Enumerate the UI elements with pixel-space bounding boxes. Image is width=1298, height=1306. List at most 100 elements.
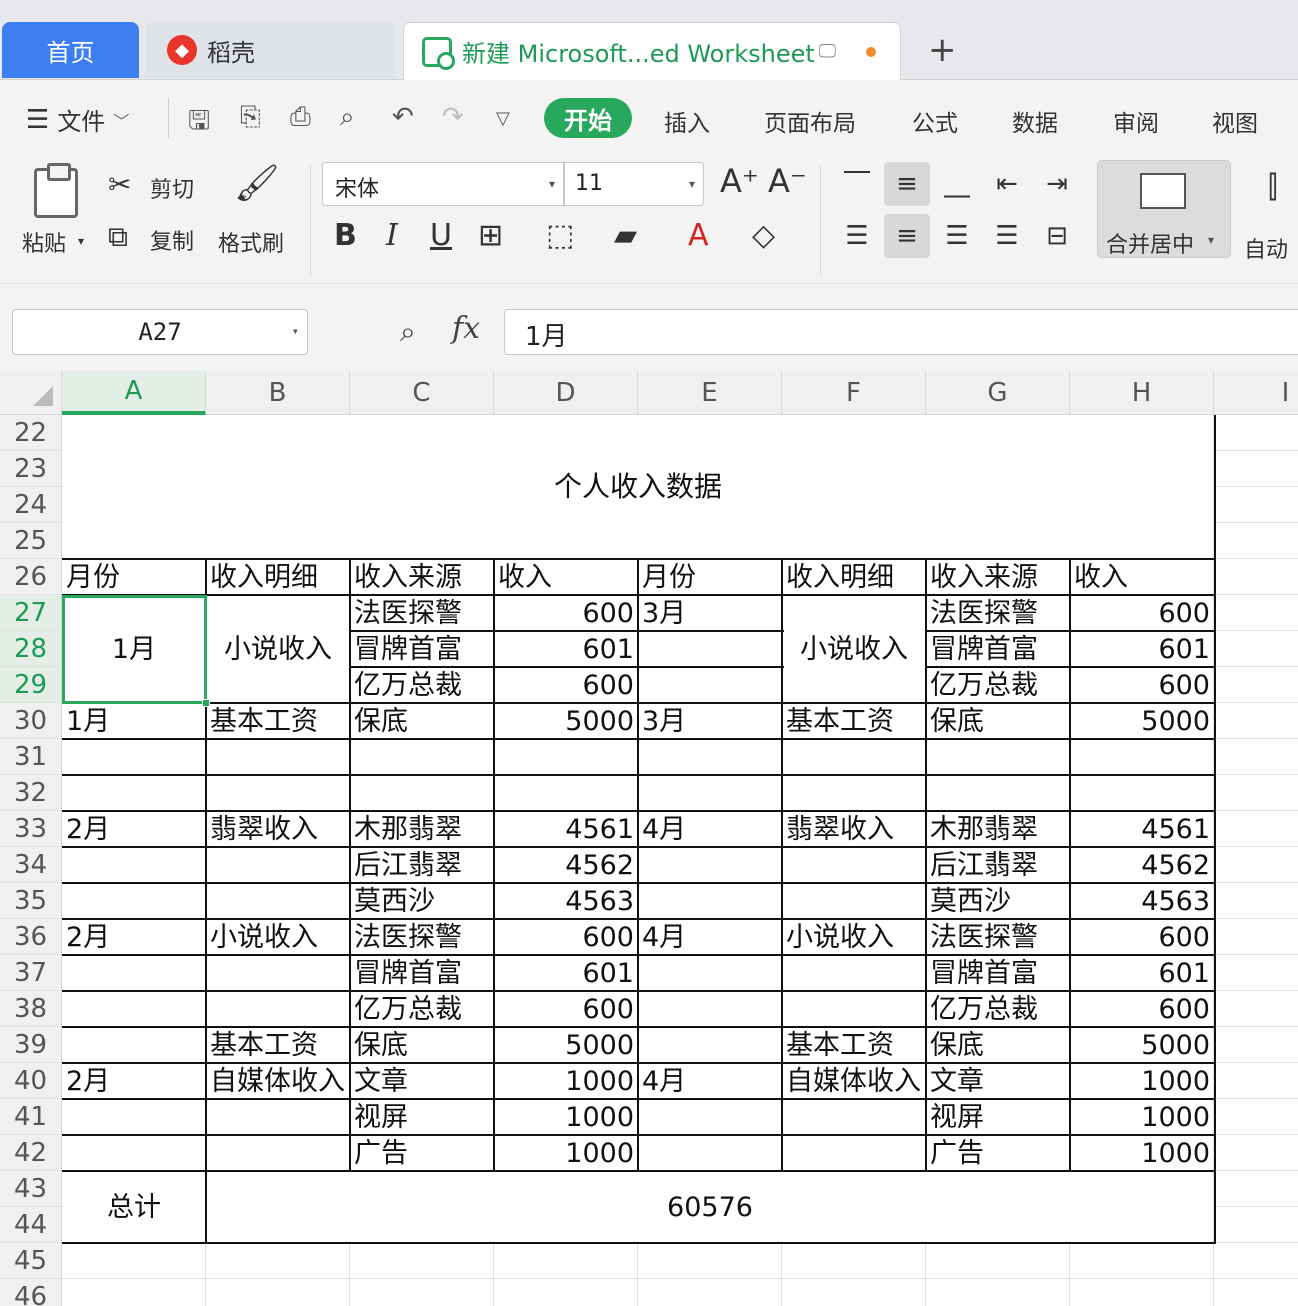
cell-g27[interactable]: 法医探警 bbox=[926, 595, 1070, 631]
cell-c41[interactable]: 视屏 bbox=[350, 1099, 494, 1135]
table-header-cell[interactable]: 收入明细 bbox=[206, 559, 350, 595]
merged-cell-b27[interactable]: 小说收入 bbox=[206, 595, 350, 703]
tab-data[interactable]: 数据 bbox=[1012, 104, 1058, 138]
font-color-icon[interactable]: A bbox=[688, 218, 709, 253]
column-header-b[interactable]: B bbox=[206, 371, 350, 415]
justify-icon[interactable]: ☰ bbox=[984, 214, 1030, 258]
cell-h39[interactable]: 5000 bbox=[1070, 1027, 1214, 1063]
decrease-indent-icon[interactable]: ⇤ bbox=[984, 162, 1030, 206]
new-tab-button[interactable]: + bbox=[928, 30, 957, 70]
select-all-corner[interactable] bbox=[0, 371, 62, 415]
cell-c30[interactable]: 保底 bbox=[350, 703, 494, 739]
row-header-40[interactable]: 40 bbox=[0, 1063, 62, 1099]
column-header-i[interactable]: I bbox=[1214, 371, 1298, 415]
cell-f40[interactable]: 自媒体收入 bbox=[782, 1063, 926, 1099]
cell-d41[interactable]: 1000 bbox=[494, 1099, 638, 1135]
cell-e36[interactable]: 4月 bbox=[638, 919, 782, 955]
table-header-cell[interactable]: 收入 bbox=[1070, 559, 1214, 595]
paste-button[interactable]: 粘贴 ▾ bbox=[18, 156, 94, 266]
format-painter-button[interactable]: 🖌 格式刷 bbox=[216, 162, 296, 266]
row-header-46[interactable]: 46 bbox=[0, 1279, 62, 1306]
cell-g42[interactable]: 广告 bbox=[926, 1135, 1070, 1171]
cell-h42[interactable]: 1000 bbox=[1070, 1135, 1214, 1171]
cell-g30[interactable]: 保底 bbox=[926, 703, 1070, 739]
row-header-38[interactable]: 38 bbox=[0, 991, 62, 1027]
column-header-e[interactable]: E bbox=[638, 371, 782, 415]
cell-h37[interactable]: 601 bbox=[1070, 955, 1214, 991]
fill-handle[interactable] bbox=[202, 699, 210, 707]
cell-g33[interactable]: 木那翡翠 bbox=[926, 811, 1070, 847]
cell-c35[interactable]: 莫西沙 bbox=[350, 883, 494, 919]
cell-a40[interactable]: 2月 bbox=[62, 1063, 206, 1099]
cell-f39[interactable]: 基本工资 bbox=[782, 1027, 926, 1063]
cell-h29[interactable]: 600 bbox=[1070, 667, 1214, 703]
cell-d35[interactable]: 4563 bbox=[494, 883, 638, 919]
table-header-cell[interactable]: 收入来源 bbox=[350, 559, 494, 595]
spreadsheet-grid[interactable]: A B C D E F G H I 22 23 24 25 26 27 28 29 30 31 32 33 34 35 36 3… bbox=[0, 371, 1298, 1306]
align-center-icon[interactable]: ≡ bbox=[884, 214, 930, 258]
tab-page-layout[interactable]: 页面布局 bbox=[764, 104, 856, 138]
align-right-icon[interactable]: ☰ bbox=[934, 214, 980, 258]
cell-d36[interactable]: 600 bbox=[494, 919, 638, 955]
cell-g39[interactable]: 保底 bbox=[926, 1027, 1070, 1063]
cell-d29[interactable]: 600 bbox=[494, 667, 638, 703]
save-icon[interactable]: 🖫 bbox=[188, 102, 210, 146]
italic-icon[interactable]: I bbox=[386, 218, 398, 253]
cell-d42[interactable]: 1000 bbox=[494, 1135, 638, 1171]
cell-f33[interactable]: 翡翠收入 bbox=[782, 811, 926, 847]
underline-icon[interactable]: U bbox=[430, 218, 452, 253]
cell-c36[interactable]: 法医探警 bbox=[350, 919, 494, 955]
file-menu-button[interactable]: ☰ 文件 ﹀ bbox=[26, 102, 129, 137]
cell-e30[interactable]: 3月 bbox=[638, 703, 782, 739]
increase-font-icon[interactable]: A⁺ bbox=[720, 162, 759, 200]
customize-dropdown-icon[interactable]: ▽ bbox=[496, 108, 510, 129]
cell-a30[interactable]: 1月 bbox=[62, 703, 206, 739]
row-header-25[interactable]: 25 bbox=[0, 523, 62, 559]
cell-h28[interactable]: 601 bbox=[1070, 631, 1214, 667]
row-header-43[interactable]: 43 bbox=[0, 1171, 62, 1207]
cell-c40[interactable]: 文章 bbox=[350, 1063, 494, 1099]
row-header-26[interactable]: 26 bbox=[0, 559, 62, 595]
cell-h38[interactable]: 600 bbox=[1070, 991, 1214, 1027]
column-header-c[interactable]: C bbox=[350, 371, 494, 415]
cell-g28[interactable]: 冒牌首富 bbox=[926, 631, 1070, 667]
tab-view[interactable]: 视图 bbox=[1212, 104, 1258, 138]
cell-d38[interactable]: 600 bbox=[494, 991, 638, 1027]
tab-formulas[interactable]: 公式 bbox=[912, 104, 958, 138]
row-header-34[interactable]: 34 bbox=[0, 847, 62, 883]
total-value-cell[interactable]: 60576 bbox=[206, 1171, 1214, 1243]
increase-indent-icon[interactable]: ⇥ bbox=[1034, 162, 1080, 206]
cell-d33[interactable]: 4561 bbox=[494, 811, 638, 847]
cell-g34[interactable]: 后江翡翠 bbox=[926, 847, 1070, 883]
cell-h27[interactable]: 600 bbox=[1070, 595, 1214, 631]
row-header-36[interactable]: 36 bbox=[0, 919, 62, 955]
cell-b36[interactable]: 小说收入 bbox=[206, 919, 350, 955]
row-header-44[interactable]: 44 bbox=[0, 1207, 62, 1243]
redo-icon[interactable]: ↷ bbox=[442, 102, 464, 132]
table-header-cell[interactable]: 月份 bbox=[638, 559, 782, 595]
cell-e33[interactable]: 4月 bbox=[638, 811, 782, 847]
cut-button[interactable]: ✂ 剪切 bbox=[108, 168, 208, 204]
cell-f36[interactable]: 小说收入 bbox=[782, 919, 926, 955]
cell-c39[interactable]: 保底 bbox=[350, 1027, 494, 1063]
clear-format-icon[interactable]: ◇ bbox=[752, 218, 775, 253]
column-header-g[interactable]: G bbox=[926, 371, 1070, 415]
cell-h36[interactable]: 600 bbox=[1070, 919, 1214, 955]
cell-b33[interactable]: 翡翠收入 bbox=[206, 811, 350, 847]
tab-daoke[interactable]: ◆ 稻壳 bbox=[145, 22, 395, 78]
cell-d28[interactable]: 601 bbox=[494, 631, 638, 667]
formula-input[interactable]: 1月 bbox=[504, 309, 1298, 355]
table-header-cell[interactable]: 收入明细 bbox=[782, 559, 926, 595]
row-header-45[interactable]: 45 bbox=[0, 1243, 62, 1279]
row-header-35[interactable]: 35 bbox=[0, 883, 62, 919]
row-header-42[interactable]: 42 bbox=[0, 1135, 62, 1171]
merged-cell-f27[interactable]: 小说收入 bbox=[782, 595, 926, 703]
row-header-30[interactable]: 30 bbox=[0, 703, 62, 739]
row-header-37[interactable]: 37 bbox=[0, 955, 62, 991]
cell-b30[interactable]: 基本工资 bbox=[206, 703, 350, 739]
cell-g40[interactable]: 文章 bbox=[926, 1063, 1070, 1099]
distributed-align-icon[interactable]: ⊟ bbox=[1034, 214, 1080, 258]
print-icon[interactable]: ⎙ bbox=[290, 102, 311, 133]
cell-e40[interactable]: 4月 bbox=[638, 1063, 782, 1099]
row-header-23[interactable]: 23 bbox=[0, 451, 62, 487]
